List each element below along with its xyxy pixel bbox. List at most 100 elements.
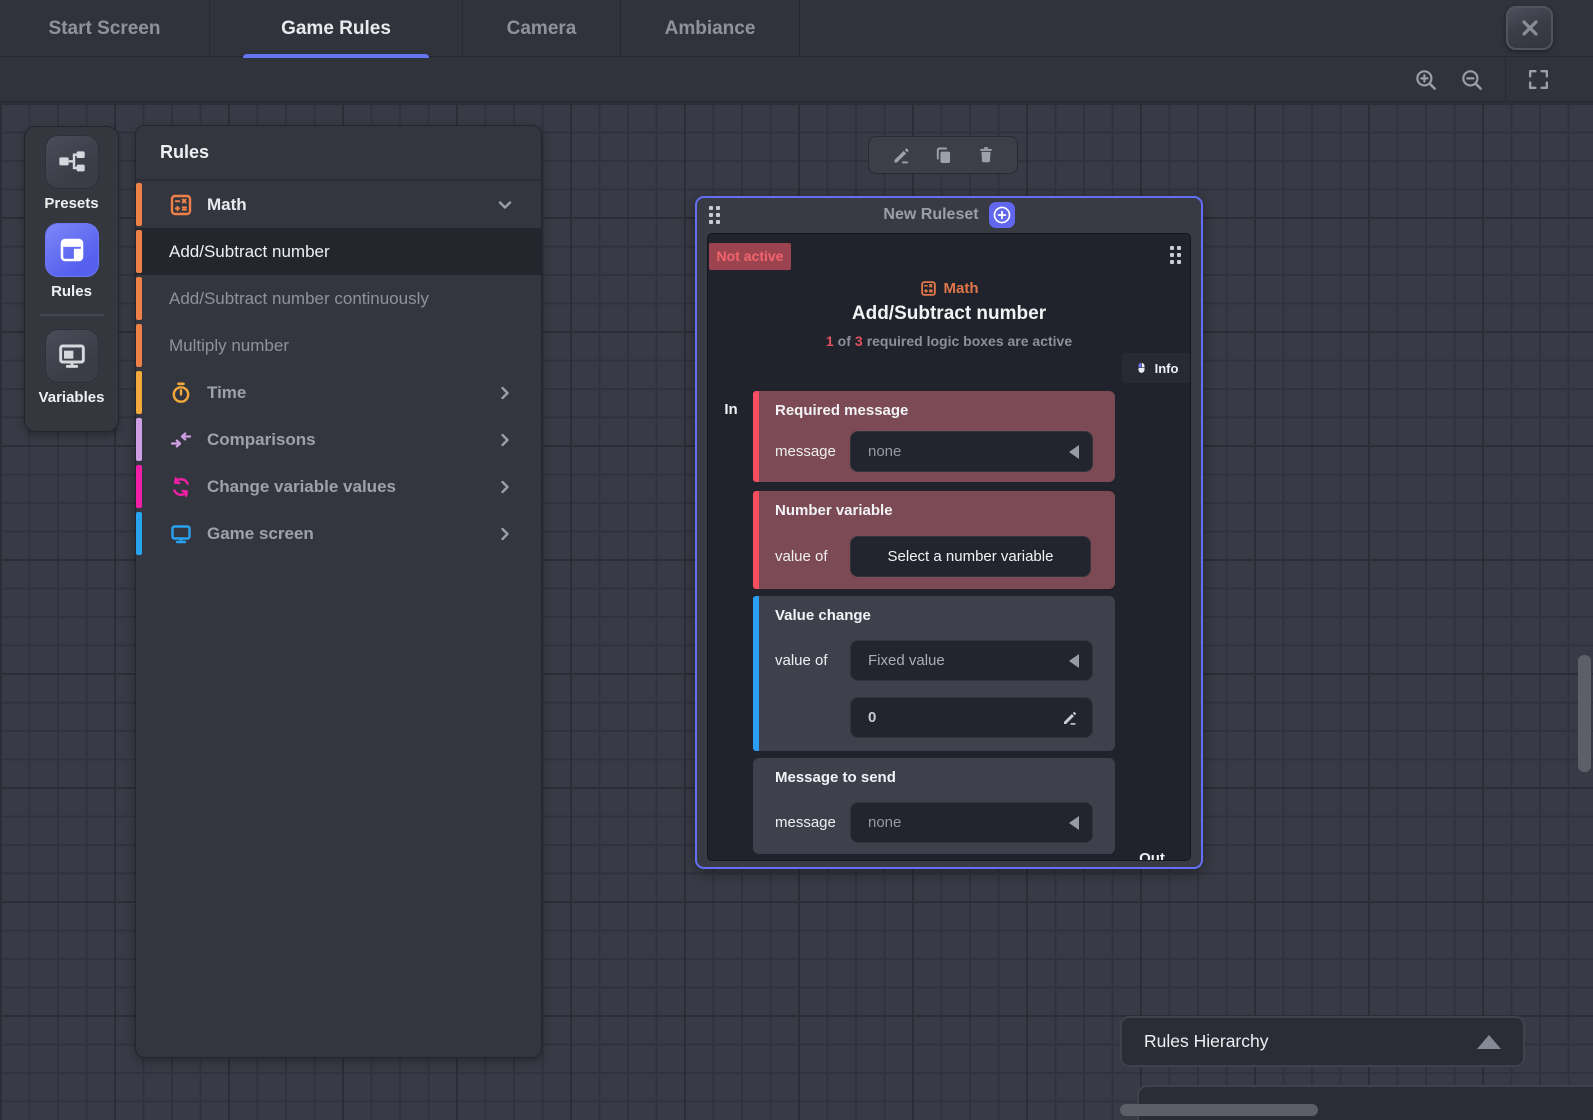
field-label: value of [775,548,850,565]
chevron-right-icon [495,430,515,450]
rule-item-label: Multiply number [169,336,289,356]
send-message-dropdown[interactable]: none [850,802,1093,843]
message-dropdown[interactable]: none [850,431,1093,472]
logic-box-title: Required message [775,402,908,419]
category-color-strip [136,418,142,461]
add-rule-button[interactable] [989,202,1015,228]
close-button[interactable] [1506,6,1553,50]
category-color-strip [136,230,142,273]
presets-label: Presets [44,195,98,212]
rule-item-label: Add/Subtract number continuously [169,289,429,309]
value-source-dropdown[interactable]: Fixed value [850,640,1093,681]
rules-label: Rules [51,283,92,300]
app-window: Start Screen Game Rules Camera Ambiance [0,0,1593,1120]
category-label: Math [207,195,247,215]
delete-button[interactable] [976,145,996,165]
cycle-icon [169,475,193,499]
toolbar-divider [40,314,104,316]
tab-label: Ambiance [665,18,756,40]
category-color-strip [136,512,142,555]
logic-box-title: Number variable [775,502,893,519]
fixed-value-input[interactable]: 0 [850,697,1093,738]
dropdown-value: none [868,814,901,831]
rule-category-time[interactable]: Time [136,369,541,416]
category-label: Change variable values [207,477,396,497]
rule-item-add-subtract-number[interactable]: Add/Subtract number [136,228,541,275]
variables-button[interactable] [45,329,99,383]
variables-label: Variables [39,389,105,406]
chevron-right-icon [495,524,515,544]
subtitle-text: of [838,333,851,349]
rule-category-change-variable-values[interactable]: Change variable values [136,463,541,510]
vertical-scrollbar[interactable] [1578,655,1591,772]
field-label: message [775,443,850,460]
dropdown-arrow-icon [1069,654,1079,668]
zoom-in-button[interactable] [1413,67,1439,93]
plus-circle-icon [991,204,1013,226]
horizontal-scrollbar[interactable] [1120,1104,1318,1116]
info-tab-label: Info [1155,361,1179,376]
copy-icon [933,145,954,166]
field-label: value of [775,652,850,669]
trash-icon [976,145,996,165]
rule-category-math[interactable]: Math [136,181,541,228]
logic-box-required-message: Required message message none [753,391,1115,482]
rule-category-game-screen[interactable]: Game screen [136,510,541,557]
status-badge: Not active [709,243,791,270]
duplicate-button[interactable] [933,145,954,166]
rule-category-comparisons[interactable]: Comparisons [136,416,541,463]
chevron-down-icon [495,195,515,215]
calculator-icon [920,280,937,297]
fullscreen-icon [1526,67,1551,92]
required-accent-strip [753,491,759,589]
value-accent-strip [753,596,759,751]
select-number-variable-button[interactable]: Select a number variable [850,536,1091,577]
compare-arrows-icon [169,428,193,452]
in-label: In [708,401,754,418]
drag-handle-icon[interactable] [709,206,720,224]
close-icon [1518,16,1542,40]
tab-label: Camera [507,18,577,40]
dropdown-value: Fixed value [868,652,945,669]
triangle-up-icon [1477,1035,1501,1049]
tab-game-rules[interactable]: Game Rules [210,0,463,57]
tab-camera[interactable]: Camera [463,0,621,57]
active-count: 1 [826,333,834,349]
rule-card[interactable]: Not active Math Add/Subtract number 1of3… [707,233,1191,861]
rule-subtitle: 1of3required logic boxes are active [708,333,1190,349]
zoom-out-button[interactable] [1459,67,1485,93]
field-label: message [775,814,850,831]
dropdown-arrow-icon [1069,816,1079,830]
logic-box-value-change: Value change value of Fixed value 0 [753,596,1115,751]
zoom-in-icon [1413,67,1439,93]
tab-ambiance[interactable]: Ambiance [621,0,800,57]
tab-label: Game Rules [281,18,391,40]
edit-button[interactable] [891,145,912,166]
ruleset-edit-toolbar [868,136,1018,174]
variables-icon [56,340,88,372]
stopwatch-icon [169,381,193,405]
input-value: 0 [868,709,876,726]
logic-box-title: Value change [775,607,871,624]
drag-handle-icon[interactable] [1170,246,1181,264]
rule-category: Math [708,280,1190,297]
rule-item-add-subtract-continuously[interactable]: Add/Subtract number continuously [136,275,541,322]
rule-item-label: Add/Subtract number [169,242,330,262]
rules-panel: Rules Math Add/Subtract number Add/Subtr… [135,125,542,1058]
required-accent-strip [753,391,759,482]
ruleset-card[interactable]: New Ruleset Not active Math Add/Subtract… [695,196,1203,869]
category-color-strip [136,371,142,414]
logic-box-number-variable: Number variable value of Select a number… [753,491,1115,589]
zoom-out-icon [1459,67,1485,93]
tab-info[interactable]: Info [1122,353,1190,383]
ruleset-header[interactable]: New Ruleset [697,198,1201,231]
toolbar-divider [1505,58,1506,102]
category-label: Game screen [207,524,314,544]
fullscreen-button[interactable] [1526,67,1551,92]
rule-item-multiply-number[interactable]: Multiply number [136,322,541,369]
presets-button[interactable] [45,135,99,189]
tab-start-screen[interactable]: Start Screen [0,0,210,57]
rules-hierarchy-bar[interactable]: Rules Hierarchy [1120,1016,1525,1067]
rules-button[interactable] [45,223,99,277]
view-controls-bar [0,58,1593,102]
